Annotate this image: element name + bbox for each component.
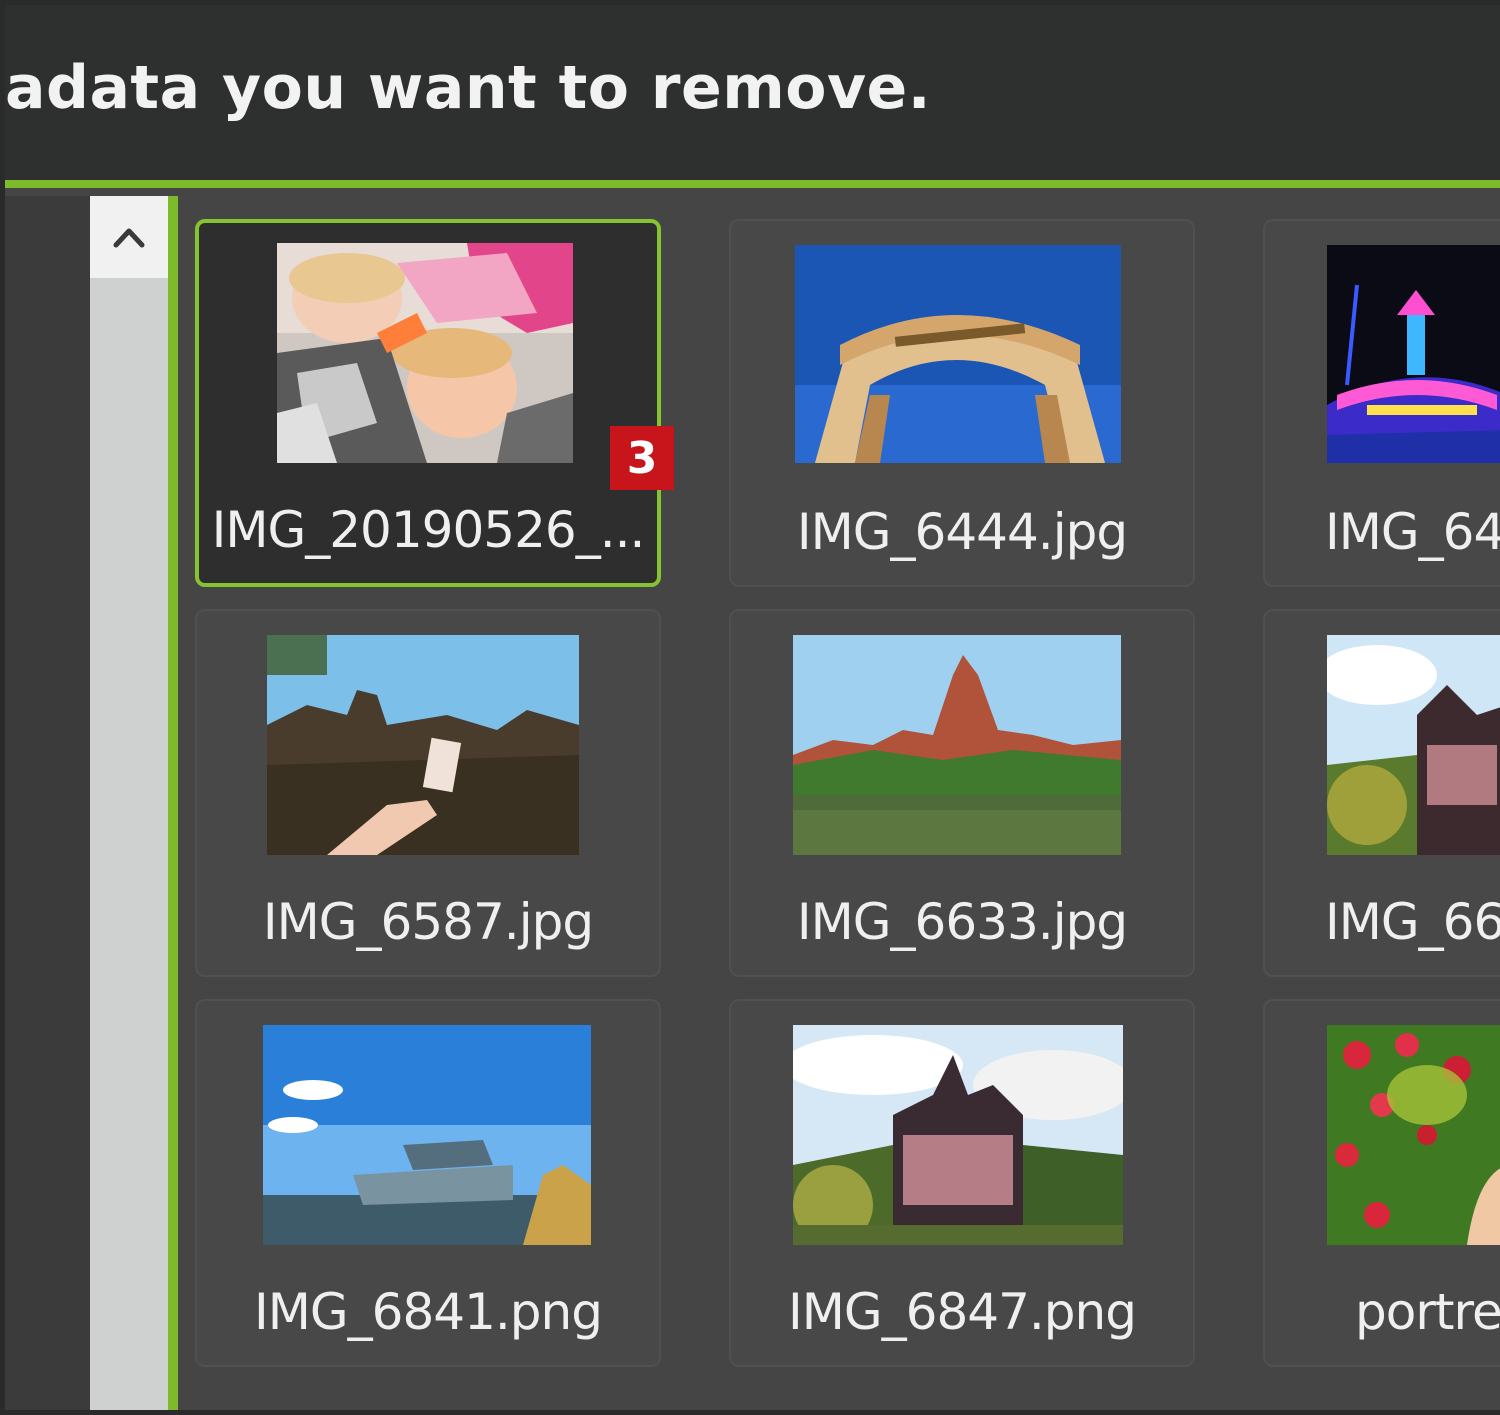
thumbnail [1327, 635, 1500, 855]
header-bar: adata you want to remove. [5, 5, 1500, 188]
image-filename: IMG_6847.png [788, 1283, 1137, 1341]
left-panel [5, 196, 90, 1410]
thumbnail [793, 1025, 1123, 1245]
image-grid: IMG_20190526_... 3 IMG_6444.jpg IMG_64 I… [178, 196, 1500, 1410]
chevron-up-icon [113, 228, 145, 248]
image-filename: IMG_66 [1325, 893, 1500, 951]
image-tile[interactable]: IMG_6444.jpg [729, 219, 1195, 587]
scroll-up-button[interactable] [90, 196, 168, 278]
metadata-remover-window: adata you want to remove. IMG_20190526_.… [0, 0, 1500, 1415]
thumbnail [267, 635, 579, 855]
image-tile[interactable]: IMG_66 [1263, 609, 1500, 977]
image-filename: IMG_6633.jpg [796, 893, 1128, 951]
instruction-text: adata you want to remove. [5, 53, 932, 123]
image-tile[interactable]: IMG_20190526_... 3 [195, 219, 674, 587]
image-filename: IMG_64 [1325, 503, 1500, 561]
image-filename: portre [1355, 1283, 1500, 1341]
image-filename: IMG_6587.jpg [262, 893, 594, 951]
image-tile[interactable]: IMG_6847.png [729, 999, 1195, 1367]
thumbnail [793, 635, 1121, 855]
image-tile[interactable]: IMG_6587.jpg [195, 609, 661, 977]
thumbnail [1327, 1025, 1500, 1245]
image-tile[interactable]: IMG_6841.png [195, 999, 661, 1367]
image-tile[interactable]: IMG_64 [1263, 219, 1500, 587]
image-filename: IMG_6444.jpg [796, 503, 1128, 561]
image-tile[interactable]: portre [1263, 999, 1500, 1367]
thumbnail [277, 243, 573, 463]
thumbnail [263, 1025, 591, 1245]
step-badge: 3 [610, 426, 674, 490]
image-tile[interactable]: IMG_6633.jpg [729, 609, 1195, 977]
panel-divider [168, 196, 178, 1410]
image-filename: IMG_20190526_... [211, 501, 646, 559]
thumbnail [795, 245, 1121, 463]
image-filename: IMG_6841.png [254, 1283, 603, 1341]
vertical-scrollbar[interactable] [90, 196, 168, 1410]
thumbnail [1327, 245, 1500, 463]
